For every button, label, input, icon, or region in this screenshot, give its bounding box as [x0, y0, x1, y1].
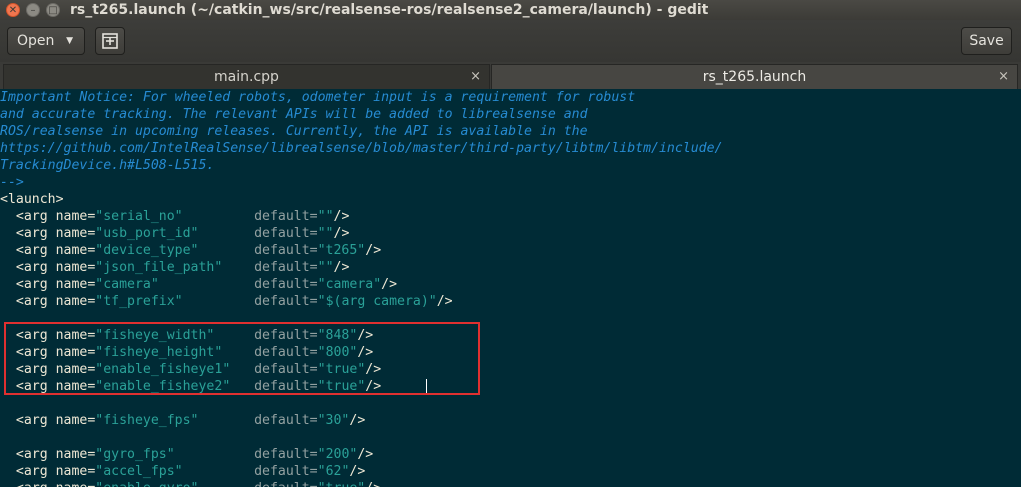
code-line: <arg name="tf_prefix" default="$(arg cam… [0, 293, 1021, 310]
code-editor[interactable]: Important Notice: For wheeled robots, od… [0, 89, 1021, 487]
header-bar: Open ▼ Save [0, 20, 1021, 62]
arg-close: /> [365, 243, 382, 258]
annotation-highlight-box [4, 322, 480, 395]
arg-prefix: <arg name= [0, 294, 96, 309]
tab-label: main.cpp [214, 69, 279, 85]
default-attr: default= [254, 481, 318, 487]
title-bar: ✕ – □ rs_t265.launch (~/catkin_ws/src/re… [0, 0, 1021, 20]
new-tab-button[interactable] [95, 27, 125, 55]
code-line: <arg name="usb_port_id" default=""/> [0, 225, 1021, 242]
arg-close: /> [381, 277, 398, 292]
close-window-button[interactable]: ✕ [6, 3, 20, 17]
arg-name-value: "serial_no" [95, 209, 183, 224]
default-attr: default= [254, 277, 318, 292]
arg-default-value: "true" [318, 481, 366, 487]
arg-prefix: <arg name= [0, 243, 96, 258]
arg-prefix: <arg name= [0, 209, 96, 224]
new-document-icon [102, 33, 118, 49]
arg-close: /> [436, 294, 453, 309]
arg-default-value: "62" [317, 464, 350, 479]
arg-close: /> [357, 447, 374, 462]
chevron-down-icon: ▼ [66, 36, 73, 46]
maximize-window-button[interactable]: □ [46, 3, 60, 17]
document-tabs: main.cpp × rs_t265.launch × [0, 62, 1021, 89]
maximize-icon: □ [48, 5, 58, 16]
arg-prefix: <arg name= [0, 413, 96, 428]
arg-name-value: "json_file_path" [95, 260, 223, 275]
arg-prefix: <arg name= [0, 464, 96, 479]
code-line: <arg name="accel_fps" default="62"/> [0, 463, 1021, 480]
comment-line: and accurate tracking. The relevant APIs… [0, 107, 588, 122]
comment-line: --> [0, 175, 24, 190]
open-button[interactable]: Open ▼ [7, 27, 85, 55]
close-icon: ✕ [8, 5, 18, 16]
default-attr: default= [254, 209, 318, 224]
code-line: <arg name="gyro_fps" default="200"/> [0, 446, 1021, 463]
code-line: <arg name="device_type" default="t265"/> [0, 242, 1021, 259]
open-button-label: Open [17, 33, 55, 49]
arg-prefix: <arg name= [0, 481, 95, 487]
arg-close: /> [333, 260, 350, 275]
comment-line: ROS/realsense in upcoming releases. Curr… [0, 124, 588, 139]
close-tab-icon[interactable]: × [998, 65, 1009, 89]
arg-prefix: <arg name= [0, 277, 96, 292]
code-line: <arg name="json_file_path" default=""/> [0, 259, 1021, 276]
arg-prefix: <arg name= [0, 260, 96, 275]
arg-name-value: "tf_prefix" [95, 294, 183, 309]
arg-close: /> [365, 481, 381, 487]
arg-prefix: <arg name= [0, 447, 96, 462]
minimize-icon: – [30, 5, 36, 16]
text-cursor [426, 379, 427, 393]
arg-default-value: "" [317, 209, 334, 224]
tab-main-cpp[interactable]: main.cpp × [3, 64, 490, 89]
default-attr: default= [254, 226, 318, 241]
code-line: <arg name="camera" default="camera"/> [0, 276, 1021, 293]
arg-default-value: "30" [317, 413, 350, 428]
arg-name-value: "gyro_fps" [95, 447, 175, 462]
arg-default-value: "t265" [317, 243, 366, 258]
default-attr: default= [254, 413, 318, 428]
save-button[interactable]: Save [961, 27, 1012, 55]
comment-line: Important Notice: For wheeled robots, od… [0, 90, 636, 105]
arg-name-value: "fisheye_fps" [95, 413, 199, 428]
arg-name-value: "camera" [95, 277, 159, 292]
launch-open-tag: <launch> [0, 192, 64, 207]
arg-close: /> [333, 209, 350, 224]
code-line: <arg name="serial_no" default=""/> [0, 208, 1021, 225]
arg-default-value: "200" [317, 447, 358, 462]
tab-label: rs_t265.launch [702, 69, 807, 85]
comment-line: https://github.com/IntelRealSense/librea… [0, 141, 723, 156]
close-tab-icon[interactable]: × [470, 65, 481, 89]
arg-close: /> [349, 413, 366, 428]
minimize-window-button[interactable]: – [26, 3, 40, 17]
code-line: <arg name="fisheye_fps" default="30"/> [0, 412, 1021, 429]
window-title: rs_t265.launch (~/catkin_ws/src/realsens… [70, 2, 709, 18]
tab-rs-t265-launch[interactable]: rs_t265.launch × [491, 64, 1018, 89]
arg-default-value: "" [317, 226, 334, 241]
arg-name-value: "device_type" [95, 243, 199, 258]
default-attr: default= [254, 243, 318, 258]
default-attr: default= [254, 464, 318, 479]
arg-close: /> [349, 464, 366, 479]
arg-name-value: "usb_port_id" [95, 226, 199, 241]
arg-name-value: "enable_gyro" [95, 481, 198, 487]
arg-default-value: "" [317, 260, 334, 275]
code-line: <arg name="enable_gyro" default="true"/> [0, 480, 1021, 487]
default-attr: default= [254, 294, 318, 309]
arg-close: /> [333, 226, 350, 241]
default-attr: default= [254, 260, 318, 275]
arg-prefix: <arg name= [0, 226, 96, 241]
comment-line: TrackingDevice.h#L508-L515. [0, 158, 215, 173]
arg-name-value: "accel_fps" [95, 464, 183, 479]
code-text: Important Notice: For wheeled robots, od… [0, 89, 1021, 487]
arg-default-value: "$(arg camera)" [317, 294, 437, 309]
arg-default-value: "camera" [317, 277, 382, 292]
default-attr: default= [254, 447, 318, 462]
